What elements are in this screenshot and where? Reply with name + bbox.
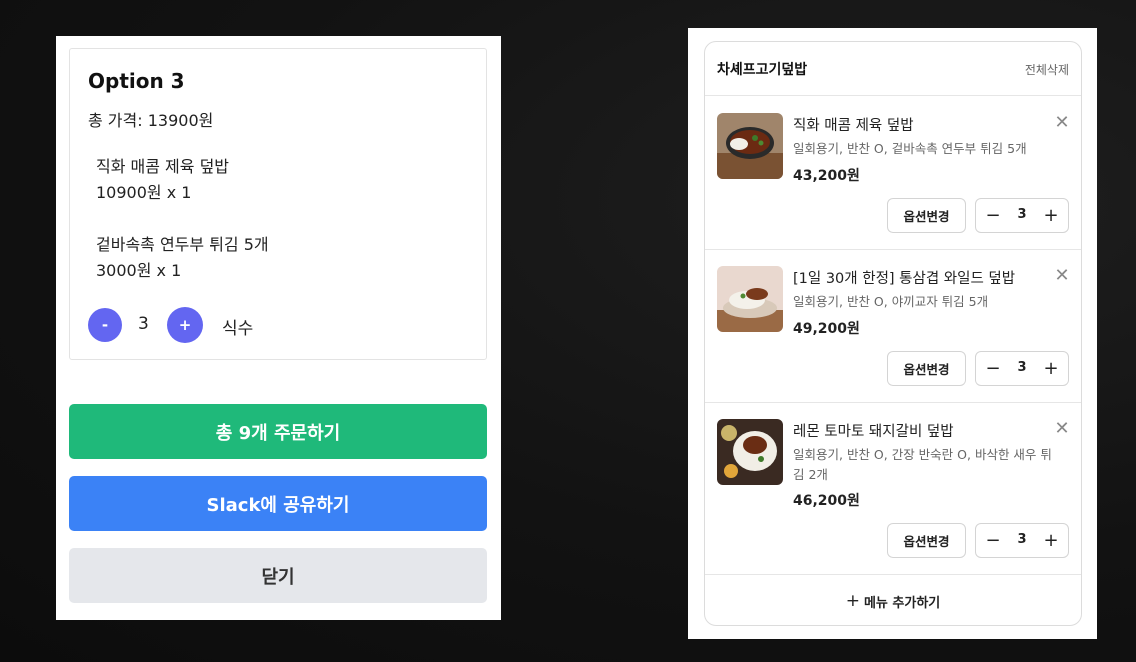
remove-item-icon[interactable]: ✕ (1053, 114, 1071, 132)
plus-icon[interactable]: + (1040, 358, 1062, 380)
cart-item: 레몬 토마토 돼지갈비 덮밥 ✕ 일회용기, 반찬 O, 간장 반숙란 O, 바… (705, 403, 1081, 575)
cart-item: 직화 매콤 제육 덮밥 ✕ 일회용기, 반찬 O, 겉바속촉 연두부 튀김 5개… (705, 97, 1081, 250)
order-button[interactable]: 총 9개 주문하기 (69, 404, 487, 459)
quantity-stepper: − 3 + (975, 198, 1069, 233)
option-item-price-qty: 10900원 x 1 (96, 183, 192, 202)
cart-item: [1일 30개 한정] 통삼겹 와일드 덮밥 ✕ 일회용기, 반찬 O, 야끼교… (705, 250, 1081, 403)
cart-card: 차셰프고기덮밥 전체삭제 직화 매콤 제육 덮밥 ✕ 일회용기, 반찬 O, 겉… (704, 41, 1082, 626)
plus-icon[interactable]: + (1040, 530, 1062, 552)
servings-unit-label: 식수 (222, 319, 254, 339)
servings-stepper: - 3 + 식수 (88, 307, 388, 344)
option-item-price-qty: 3000원 x 1 (96, 261, 182, 280)
plus-icon: + (845, 591, 860, 611)
increase-servings-button[interactable]: + (167, 307, 203, 343)
decrease-servings-button[interactable]: - (88, 308, 122, 342)
food-thumbnail (717, 266, 783, 332)
cart-item-options: 일회용기, 반찬 O, 야끼교자 튀김 5개 (793, 294, 989, 309)
cart-header: 차셰프고기덮밥 전체삭제 (705, 42, 1081, 96)
add-menu-label: 메뉴 추가하기 (863, 595, 941, 611)
remove-item-icon[interactable]: ✕ (1053, 267, 1071, 285)
cart-item-options: 일회용기, 반찬 O, 간장 반숙란 O, 바삭한 새우 튀김 2개 (793, 447, 1052, 482)
cart-item-name: [1일 30개 한정] 통삼겹 와일드 덮밥 (793, 271, 1016, 287)
food-thumbnail (717, 113, 783, 179)
option-item: 겉바속촉 연두부 튀김 5개 3000원 x 1 (96, 232, 269, 284)
add-menu-button[interactable]: + 메뉴 추가하기 (705, 576, 1081, 625)
option-item: 직화 매콤 제육 덮밥 10900원 x 1 (96, 154, 229, 206)
change-option-button[interactable]: 옵션변경 (887, 198, 966, 233)
change-option-button[interactable]: 옵션변경 (887, 523, 966, 558)
close-button[interactable]: 닫기 (69, 548, 487, 603)
delete-all-button[interactable]: 전체삭제 (1025, 61, 1069, 78)
cart-panel: 차셰프고기덮밥 전체삭제 직화 매콤 제육 덮밥 ✕ 일회용기, 반찬 O, 겉… (688, 28, 1097, 639)
servings-count: 3 (138, 314, 149, 334)
cart-item-price: 46,200원 (793, 493, 860, 509)
quantity-stepper: − 3 + (975, 523, 1069, 558)
change-option-button[interactable]: 옵션변경 (887, 351, 966, 386)
share-slack-button[interactable]: Slack에 공유하기 (69, 476, 487, 531)
option-dialog: Option 3 총 가격: 13900원 직화 매콤 제육 덮밥 10900원… (56, 36, 501, 620)
option-title: Option 3 (88, 69, 185, 93)
quantity-stepper: − 3 + (975, 351, 1069, 386)
cart-item-name: 직화 매콤 제육 덮밥 (793, 118, 914, 134)
option-item-name: 직화 매콤 제육 덮밥 (96, 157, 230, 176)
remove-item-icon[interactable]: ✕ (1053, 420, 1071, 438)
food-thumbnail (717, 419, 783, 485)
option-card: Option 3 총 가격: 13900원 직화 매콤 제육 덮밥 10900원… (69, 48, 487, 360)
cart-item-price: 49,200원 (793, 321, 860, 337)
cart-item-price: 43,200원 (793, 168, 860, 184)
cart-item-name: 레몬 토마토 돼지갈비 덮밥 (793, 424, 954, 440)
plus-icon[interactable]: + (1040, 205, 1062, 227)
option-item-name: 겉바속촉 연두부 튀김 5개 (96, 235, 269, 254)
cart-item-options: 일회용기, 반찬 O, 겉바속촉 연두부 튀김 5개 (793, 141, 1027, 156)
option-total-price: 총 가격: 13900원 (88, 111, 214, 130)
store-name: 차셰프고기덮밥 (717, 62, 808, 78)
